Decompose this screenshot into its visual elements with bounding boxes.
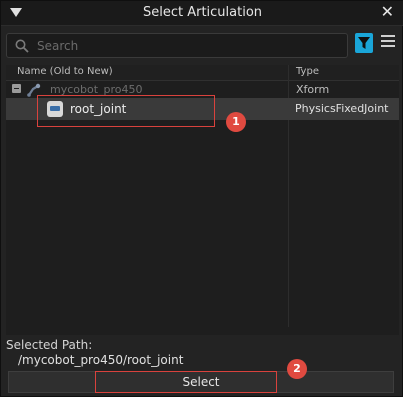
dialog-title: Select Articulation: [142, 5, 263, 20]
column-header-name[interactable]: Name (Old to New): [17, 66, 113, 77]
search-placeholder: Search: [37, 39, 79, 53]
tree-row-type: PhysicsFixedJoint: [295, 102, 389, 115]
annotation-badge: 2: [287, 359, 307, 379]
filter-button[interactable]: [355, 33, 373, 53]
selected-path-value: /mycobot_pro450/root_joint: [18, 353, 184, 367]
collapse-minus-icon[interactable]: [12, 84, 21, 93]
annotation-highlight-box: [37, 95, 215, 127]
column-header-type[interactable]: Type: [296, 66, 319, 77]
close-icon[interactable]: ✕: [381, 4, 394, 20]
annotation-badge: 1: [226, 112, 246, 132]
title-bar: Select Articulation ✕: [1, 1, 403, 26]
filter-icon: [358, 37, 370, 49]
select-articulation-dialog: Select Articulation ✕ Search Name (Old t…: [0, 0, 403, 397]
annotation-highlight-box: [95, 371, 277, 393]
tree-header: Name (Old to New) Type: [6, 65, 399, 81]
menu-icon[interactable]: [381, 35, 395, 49]
selected-path-label: Selected Path:: [6, 338, 93, 352]
search-icon: [15, 39, 29, 53]
tree-row-type: Xform: [296, 83, 330, 96]
search-input[interactable]: Search: [6, 33, 348, 58]
